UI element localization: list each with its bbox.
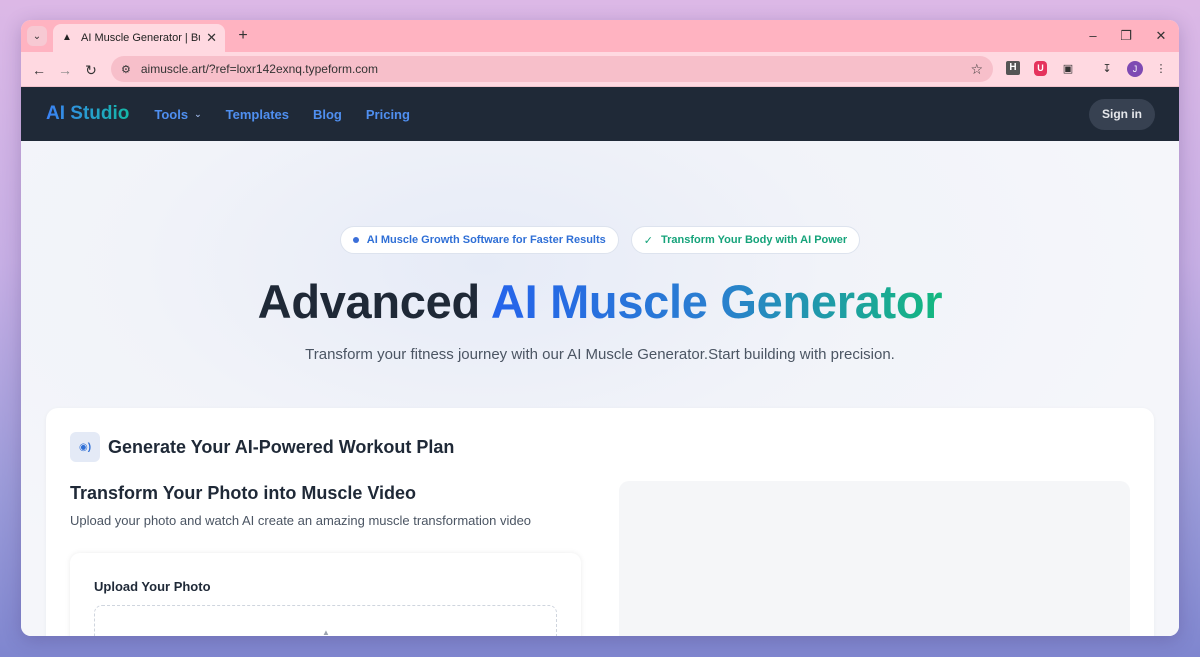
tab-title: AI Muscle Generator | Build Mu (81, 32, 200, 44)
tab-strip: ⌄ ▲ AI Muscle Generator | Build Mu ✕ + –… (21, 20, 1179, 52)
check-icon: ✓ (643, 234, 653, 247)
browser-window: ⌄ ▲ AI Muscle Generator | Build Mu ✕ + –… (21, 20, 1179, 636)
puzzle-extensions-icon[interactable]: ▣ (1059, 60, 1077, 78)
page-title-gradient: AI Muscle Generator (490, 275, 943, 328)
a-logo-icon: ▲ (62, 32, 72, 43)
page-subtitle: Transform your fitness journey with our … (305, 346, 895, 363)
back-arrow-icon[interactable]: ← (29, 60, 49, 80)
pill-growth-label: AI Muscle Growth Software for Faster Res… (366, 234, 606, 246)
profile-avatar[interactable]: J (1127, 61, 1143, 77)
blue-dot-icon (352, 237, 359, 243)
card-header-title: Generate Your AI-Powered Workout Plan (108, 436, 455, 457)
chevron-down-icon: ⌄ (194, 108, 202, 119)
browser-toolbar: ← → ↻ ⚙ aimuscle.art/?ref=loxr142exnq.ty… (21, 52, 1179, 87)
nav-link-pricing[interactable]: Pricing (366, 107, 410, 122)
bookmark-star-icon[interactable]: ☆ (970, 61, 983, 78)
sound-wave-icon: ◉) (70, 432, 100, 462)
kebab-menu-icon[interactable]: ⋮ (1152, 60, 1170, 78)
pill-growth-software: AI Muscle Growth Software for Faster Res… (339, 226, 619, 254)
tab-search-chevron-icon[interactable]: ⌄ (27, 26, 47, 46)
forward-arrow-icon[interactable]: → (55, 60, 75, 80)
h-extension-icon[interactable]: H (1006, 61, 1020, 75)
generator-card: ◉) Generate Your AI-Powered Workout Plan… (46, 408, 1154, 636)
video-preview-area (619, 481, 1130, 636)
pill-transform-body: ✓ Transform Your Body with AI Power (630, 226, 861, 254)
card-header: ◉) Generate Your AI-Powered Workout Plan (70, 432, 454, 462)
site-settings-icon[interactable]: ⚙ (121, 63, 131, 76)
upload-arrow-icon: ▲ (322, 628, 330, 636)
hero-section: AI Muscle Growth Software for Faster Res… (21, 141, 1179, 636)
site-navbar: AI Studio Tools ⌄ Templates Blog Pricing … (21, 87, 1179, 141)
site-logo[interactable]: AI Studio (46, 103, 129, 125)
close-tab-icon[interactable]: ✕ (206, 30, 217, 46)
nav-link-tools-label: Tools (154, 106, 189, 122)
restore-icon[interactable]: ❐ (1116, 26, 1136, 46)
upload-dropzone[interactable]: ▲ (94, 605, 557, 636)
page-title: Advanced AI Muscle Generator (21, 274, 1179, 329)
page-title-plain: Advanced (257, 275, 491, 328)
download-icon[interactable]: ↧ (1098, 60, 1116, 78)
pill-transform-label: Transform Your Body with AI Power (661, 234, 848, 246)
browser-tab-active[interactable]: ▲ AI Muscle Generator | Build Mu ✕ (53, 24, 225, 52)
section-description: Upload your photo and watch AI create an… (70, 513, 532, 528)
nav-link-tools[interactable]: Tools ⌄ (154, 107, 201, 122)
new-tab-plus-icon[interactable]: + (233, 26, 253, 46)
minimize-icon[interactable]: – (1083, 26, 1103, 46)
hero-pills: AI Muscle Growth Software for Faster Res… (21, 226, 1179, 254)
close-window-icon[interactable]: ✕ (1151, 26, 1171, 46)
address-bar[interactable]: ⚙ aimuscle.art/?ref=loxr142exnq.typeform… (111, 56, 993, 82)
section-title: Transform Your Photo into Muscle Video (70, 483, 417, 503)
url-text[interactable]: aimuscle.art/?ref=loxr142exnq.typeform.c… (141, 62, 971, 76)
reload-icon[interactable]: ↻ (81, 60, 101, 80)
nav-link-templates[interactable]: Templates (226, 107, 289, 122)
upload-panel: Upload Your Photo ▲ (70, 553, 581, 636)
shield-extension-icon[interactable]: U (1034, 61, 1047, 76)
sign-in-button[interactable]: Sign in (1089, 99, 1155, 130)
upload-label: Upload Your Photo (94, 579, 211, 594)
nav-link-blog[interactable]: Blog (313, 107, 342, 122)
